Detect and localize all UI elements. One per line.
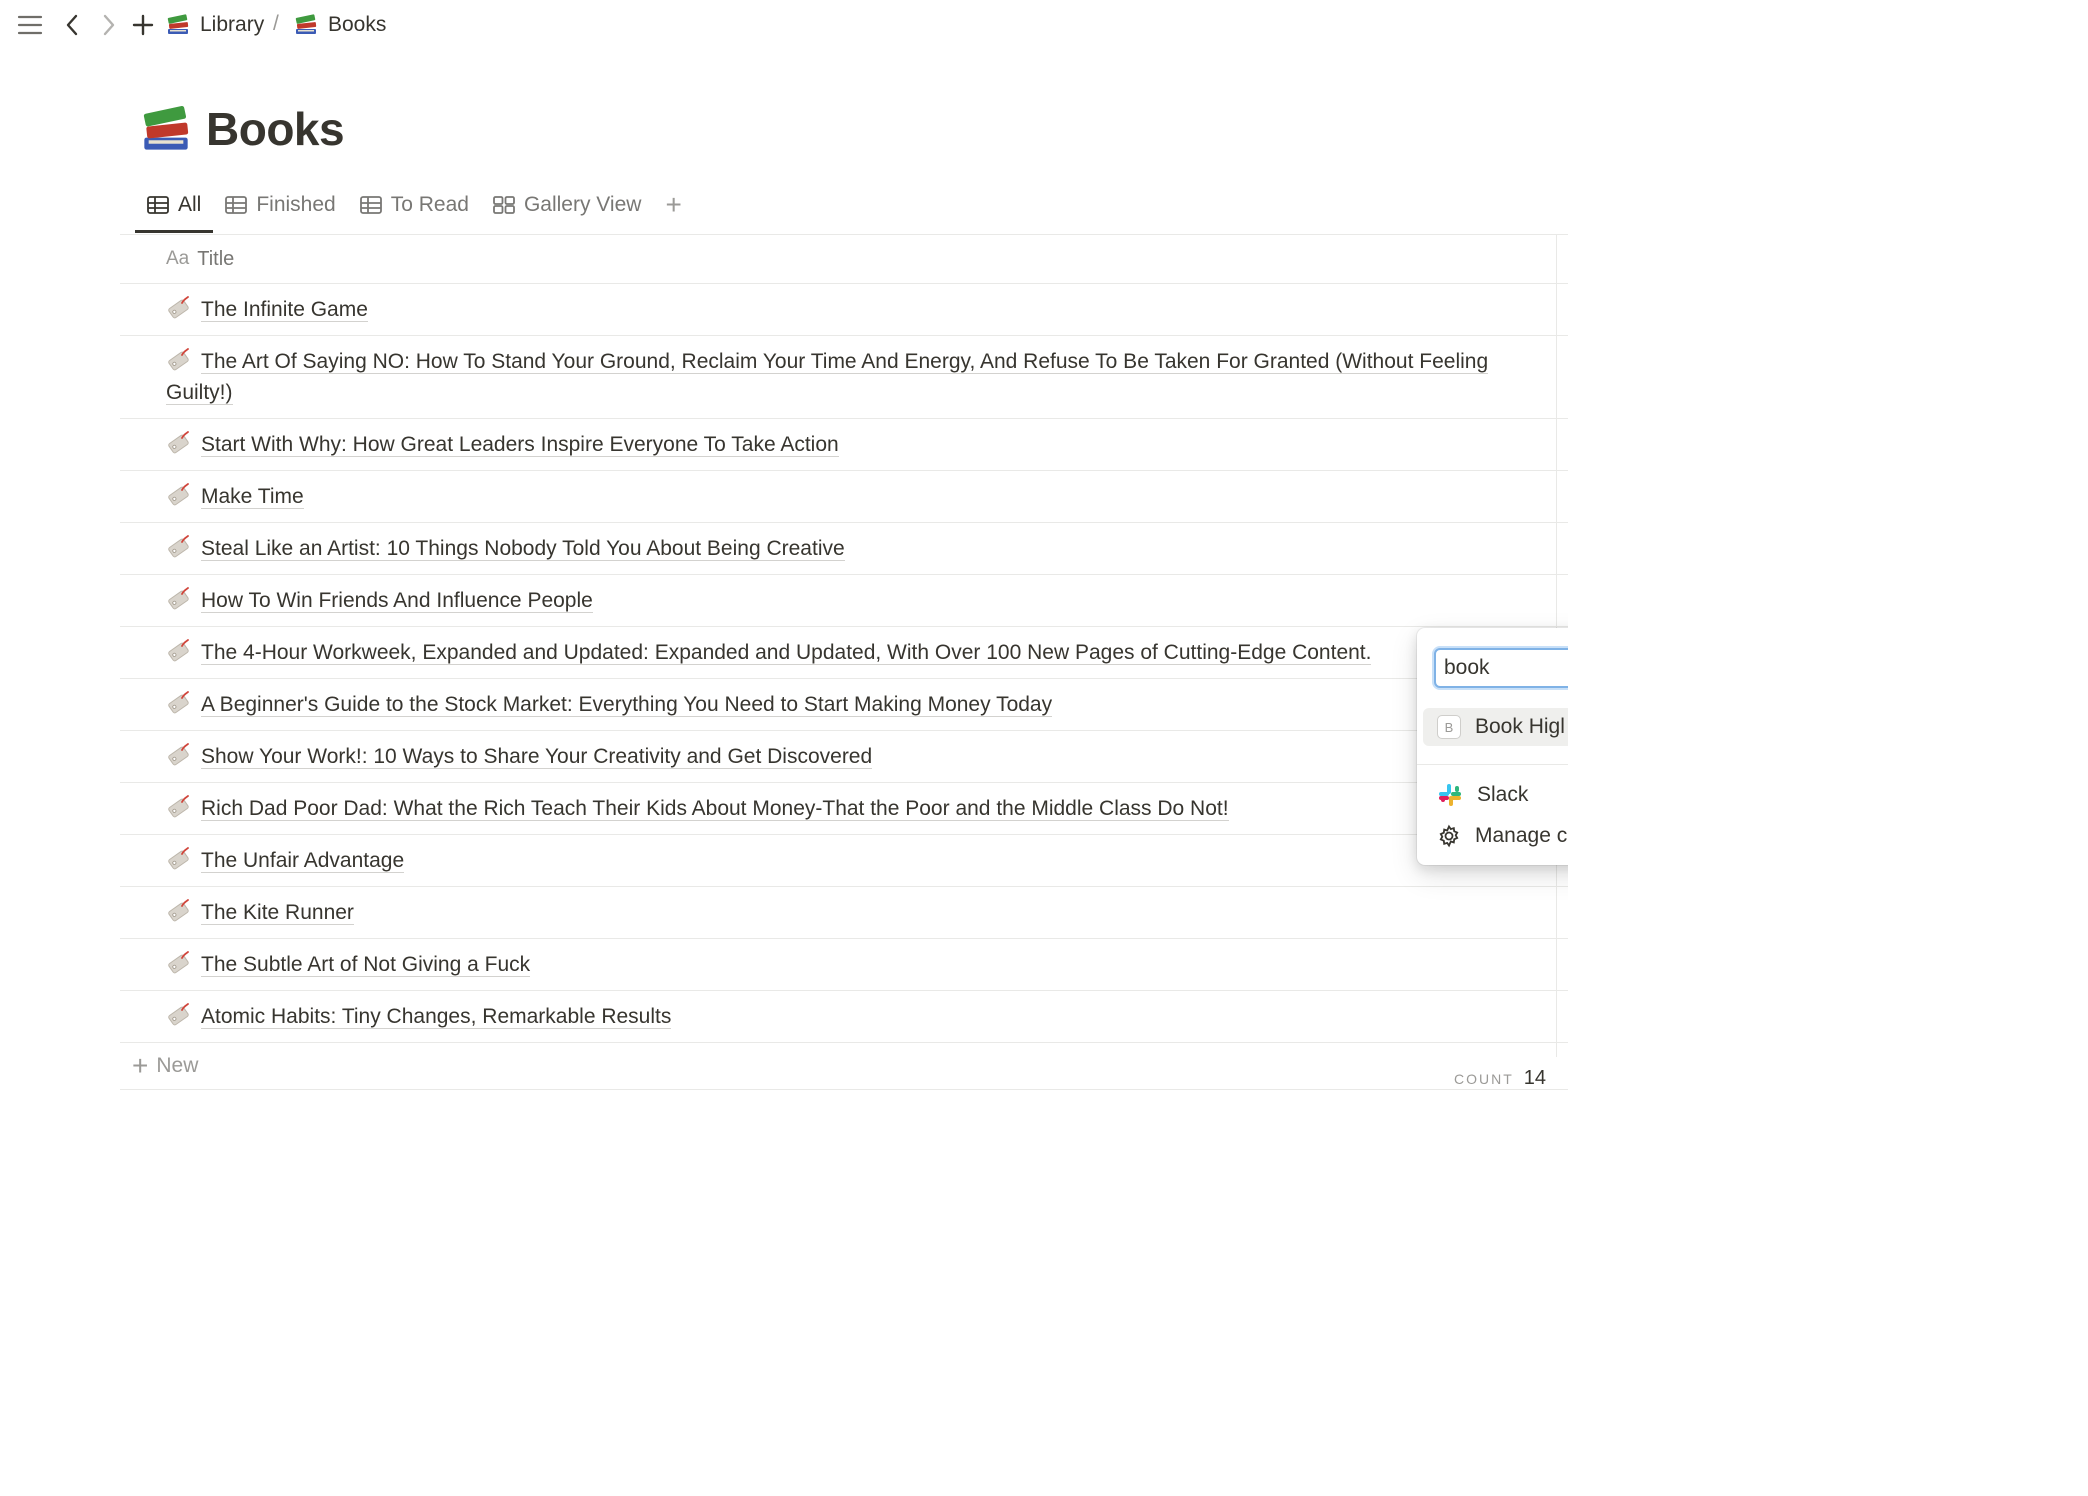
table-row[interactable]: A Beginner's Guide to the Stock Market: …	[120, 679, 1568, 731]
books-emoji-icon[interactable]	[140, 103, 192, 155]
back-arrow-icon[interactable]	[58, 12, 86, 38]
bookmark-tag-icon	[166, 348, 192, 372]
hamburger-menu-icon[interactable]	[16, 12, 44, 38]
table-row[interactable]: The Infinite Game	[120, 284, 1568, 336]
table-row[interactable]: Show Your Work!: 10 Ways to Share Your C…	[120, 731, 1568, 783]
database-table: Aa Title The Infinite Game The Art Of Say…	[120, 234, 1568, 1090]
tab-all[interactable]: All	[135, 185, 214, 233]
bookmark-tag-icon	[166, 847, 192, 871]
table-header-title[interactable]: Aa Title	[120, 235, 1568, 284]
bookmark-tag-icon	[166, 1003, 192, 1027]
table-row[interactable]: The Kite Runner	[120, 887, 1568, 939]
row-title[interactable]: Start With Why: How Great Leaders Inspir…	[201, 433, 839, 457]
breadcrumb-library[interactable]: Library	[166, 10, 264, 40]
top-bar: Library / Books	[0, 0, 1568, 50]
bookmark-tag-icon	[166, 899, 192, 923]
popup-action-slack-label: Slack	[1477, 783, 1529, 806]
badge-icon: B	[1437, 715, 1461, 739]
tab-finished[interactable]: Finished	[213, 185, 347, 225]
gallery-icon	[493, 196, 515, 214]
row-title[interactable]: Make Time	[201, 485, 304, 509]
breadcrumb-books-label: Books	[328, 13, 387, 36]
table-icon	[147, 196, 169, 214]
popup-action-manage[interactable]: Manage c	[1423, 817, 1568, 855]
popup-divider	[1417, 764, 1568, 765]
count-value: 14	[1523, 1067, 1547, 1089]
row-title[interactable]: The Art Of Saying NO: How To Stand Your …	[166, 350, 1489, 405]
table-row[interactable]: Start With Why: How Great Leaders Inspir…	[120, 419, 1568, 471]
view-tabs: All Finished To Read Gallery View +	[135, 185, 694, 233]
bookmark-tag-icon	[166, 691, 192, 715]
column-header-label: Title	[197, 247, 235, 270]
table-row[interactable]: Rich Dad Poor Dad: What the Rich Teach T…	[120, 783, 1568, 835]
row-title[interactable]: Atomic Habits: Tiny Changes, Remarkable …	[201, 1005, 672, 1029]
bookmark-tag-icon	[166, 431, 192, 455]
popup-result-label: Book Higl	[1475, 715, 1565, 738]
row-title[interactable]: The Infinite Game	[201, 298, 368, 322]
row-title[interactable]: The 4-Hour Workweek, Expanded and Update…	[201, 641, 1372, 665]
row-title[interactable]: The Subtle Art of Not Giving a Fuck	[201, 953, 531, 977]
bookmark-tag-icon	[166, 795, 192, 819]
row-title[interactable]: Rich Dad Poor Dad: What the Rich Teach T…	[201, 797, 1229, 821]
bookmark-tag-icon	[166, 743, 192, 767]
row-title[interactable]: The Unfair Advantage	[201, 849, 405, 873]
breadcrumb-separator: /	[273, 12, 279, 35]
bookmark-tag-icon	[166, 535, 192, 559]
table-icon	[359, 196, 382, 214]
bookmark-tag-icon	[166, 483, 192, 507]
count-label: COUNT	[1454, 1071, 1514, 1087]
plus-icon: +	[132, 1050, 149, 1081]
tab-finished-label: Finished	[256, 193, 336, 216]
tab-all-label: All	[178, 193, 202, 216]
slack-icon	[1439, 784, 1461, 806]
new-page-plus-icon[interactable]	[129, 12, 157, 38]
bookmark-tag-icon	[166, 296, 192, 320]
popup-action-manage-label: Manage c	[1475, 824, 1568, 847]
bookmark-tag-icon	[166, 951, 192, 975]
search-popup: B Book Higl Slack	[1417, 628, 1568, 865]
tab-to-read-label: To Read	[390, 193, 469, 216]
table-row[interactable]: The Art Of Saying NO: How To Stand Your …	[120, 336, 1568, 419]
gear-icon	[1439, 824, 1459, 848]
popup-result-item[interactable]: B Book Higl	[1423, 708, 1568, 746]
breadcrumb-library-label: Library	[200, 13, 265, 36]
outer-background	[0, 1123, 2088, 1496]
row-count[interactable]: COUNT 14	[1454, 1067, 1546, 1090]
tab-gallery-view-label: Gallery View	[523, 193, 642, 216]
books-emoji-icon	[167, 14, 189, 34]
table-row[interactable]: The Unfair Advantage	[120, 835, 1568, 887]
bookmark-tag-icon	[166, 639, 192, 663]
table-row[interactable]: How To Win Friends And Influence People	[120, 575, 1568, 627]
add-view-plus-icon[interactable]: +	[653, 185, 693, 225]
new-row-button[interactable]: + New	[120, 1043, 1568, 1090]
table-row[interactable]: The Subtle Art of Not Giving a Fuck	[120, 939, 1568, 991]
breadcrumb-books[interactable]: Books	[294, 10, 386, 40]
table-row[interactable]: Steal Like an Artist: 10 Things Nobody T…	[120, 523, 1568, 575]
page-title[interactable]: Books	[206, 102, 345, 156]
table-row[interactable]: Make Time	[120, 471, 1568, 523]
table-icon	[225, 196, 248, 214]
forward-arrow-icon[interactable]	[95, 12, 123, 38]
popup-action-slack[interactable]: Slack	[1423, 776, 1568, 814]
table-row[interactable]: The 4-Hour Workweek, Expanded and Update…	[120, 627, 1568, 679]
new-row-label: New	[156, 1054, 199, 1077]
books-emoji-icon	[295, 14, 317, 34]
row-title[interactable]: Steal Like an Artist: 10 Things Nobody T…	[201, 537, 845, 561]
row-title[interactable]: A Beginner's Guide to the Stock Market: …	[201, 693, 1053, 717]
popup-search-input[interactable]	[1434, 648, 1568, 688]
app-window: Library / Books Books All Finished To Re…	[0, 0, 1568, 1123]
row-title[interactable]: How To Win Friends And Influence People	[201, 589, 593, 613]
table-rows: The Infinite Game The Art Of Saying NO: H…	[120, 284, 1568, 1043]
table-row[interactable]: Atomic Habits: Tiny Changes, Remarkable …	[120, 991, 1568, 1043]
text-property-icon: Aa	[166, 248, 190, 269]
bookmark-tag-icon	[166, 587, 192, 611]
row-title[interactable]: The Kite Runner	[201, 901, 354, 925]
tab-to-read[interactable]: To Read	[348, 185, 481, 225]
row-title[interactable]: Show Your Work!: 10 Ways to Share Your C…	[201, 745, 873, 769]
page-header: Books	[140, 102, 345, 156]
tab-gallery-view[interactable]: Gallery View	[481, 185, 654, 225]
